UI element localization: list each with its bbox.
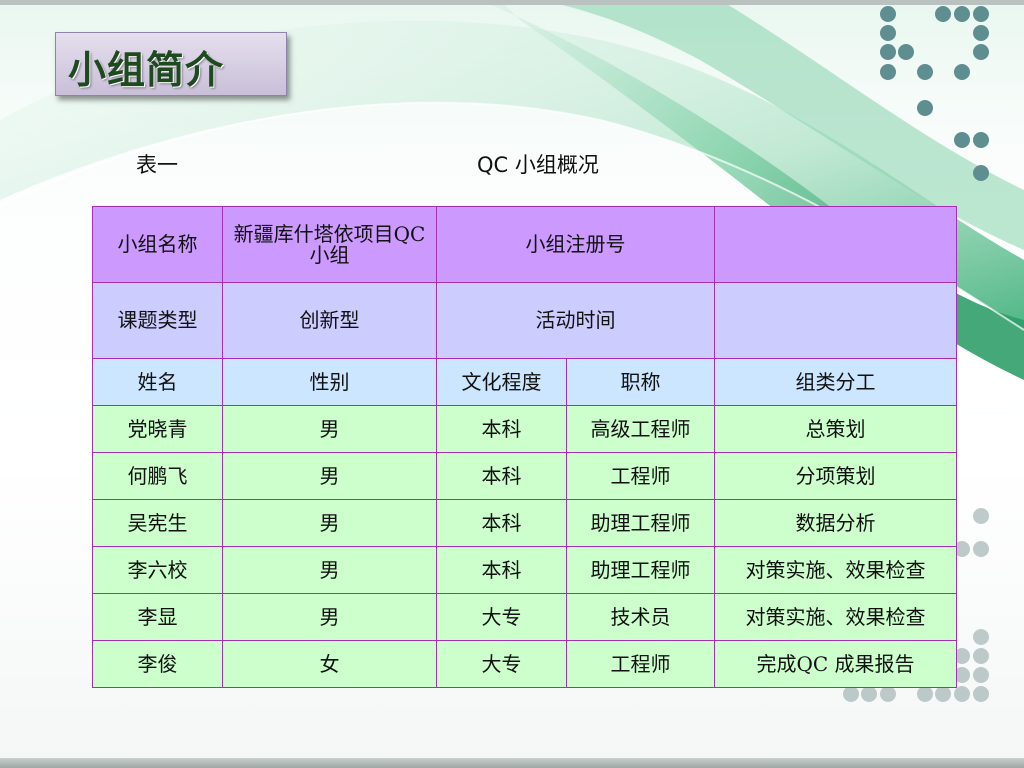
activity-time-value	[714, 282, 957, 359]
slide: 小组简介 表一 QC 小组概况 小组名称 新疆库什塔依项目QC 小组 小组注册号…	[0, 0, 1024, 768]
table-row: 吴宪生 男 本科 助理工程师 数据分析	[92, 499, 957, 547]
member-gender: 男	[222, 405, 437, 453]
topic-type-label: 课题类型	[92, 282, 223, 359]
member-education: 本科	[436, 499, 567, 547]
member-title: 技术员	[566, 593, 715, 641]
member-title: 工程师	[566, 452, 715, 500]
registration-number-label: 小组注册号	[436, 206, 715, 283]
member-gender: 男	[222, 546, 437, 594]
member-name: 李显	[92, 593, 223, 641]
topic-type-value: 创新型	[222, 282, 437, 359]
member-role: 对策实施、效果检查	[714, 593, 957, 641]
table-row-group-name: 小组名称 新疆库什塔依项目QC 小组 小组注册号	[92, 206, 957, 283]
member-title: 工程师	[566, 640, 715, 688]
member-role: 总策划	[714, 405, 957, 453]
table-row: 何鹏飞 男 本科 工程师 分项策划	[92, 452, 957, 500]
member-education: 本科	[436, 546, 567, 594]
member-role: 数据分析	[714, 499, 957, 547]
table-row: 李显 男 大专 技术员 对策实施、效果检查	[92, 593, 957, 641]
member-gender: 男	[222, 593, 437, 641]
qc-group-table: 小组名称 新疆库什塔依项目QC 小组 小组注册号 课题类型 创新型 活动时间 姓…	[92, 206, 957, 688]
table-caption: QC 小组概况	[477, 153, 599, 177]
table-row-topic-type: 课题类型 创新型 活动时间	[92, 282, 957, 359]
member-gender: 男	[222, 452, 437, 500]
member-education: 大专	[436, 593, 567, 641]
column-header-title: 职称	[566, 358, 715, 406]
top-border-strip	[0, 0, 1024, 5]
column-header-education: 文化程度	[436, 358, 567, 406]
table-row: 李六校 男 本科 助理工程师 对策实施、效果检查	[92, 546, 957, 594]
column-header-name: 姓名	[92, 358, 223, 406]
member-name: 李俊	[92, 640, 223, 688]
member-title: 助理工程师	[566, 546, 715, 594]
table-header-row: 姓名 性别 文化程度 职称 组类分工	[92, 358, 957, 406]
member-role: 对策实施、效果检查	[714, 546, 957, 594]
member-name: 何鹏飞	[92, 452, 223, 500]
member-name: 李六校	[92, 546, 223, 594]
member-role: 完成QC 成果报告	[714, 640, 957, 688]
column-header-role: 组类分工	[714, 358, 957, 406]
group-name-label: 小组名称	[92, 206, 223, 283]
slide-title: 小组简介	[68, 48, 225, 92]
column-header-gender: 性别	[222, 358, 437, 406]
member-title: 高级工程师	[566, 405, 715, 453]
member-education: 大专	[436, 640, 567, 688]
member-gender: 男	[222, 499, 437, 547]
bottom-border-strip	[0, 758, 1024, 768]
title-banner: 小组简介	[55, 32, 287, 96]
group-name-value: 新疆库什塔依项目QC 小组	[222, 206, 437, 283]
table-row: 党晓青 男 本科 高级工程师 总策划	[92, 405, 957, 453]
registration-number-value	[714, 206, 957, 283]
table-number-label: 表一	[136, 153, 178, 177]
table-row: 李俊 女 大专 工程师 完成QC 成果报告	[92, 640, 957, 688]
member-gender: 女	[222, 640, 437, 688]
member-education: 本科	[436, 405, 567, 453]
member-name: 党晓青	[92, 405, 223, 453]
member-title: 助理工程师	[566, 499, 715, 547]
member-name: 吴宪生	[92, 499, 223, 547]
member-education: 本科	[436, 452, 567, 500]
activity-time-label: 活动时间	[436, 282, 715, 359]
member-role: 分项策划	[714, 452, 957, 500]
